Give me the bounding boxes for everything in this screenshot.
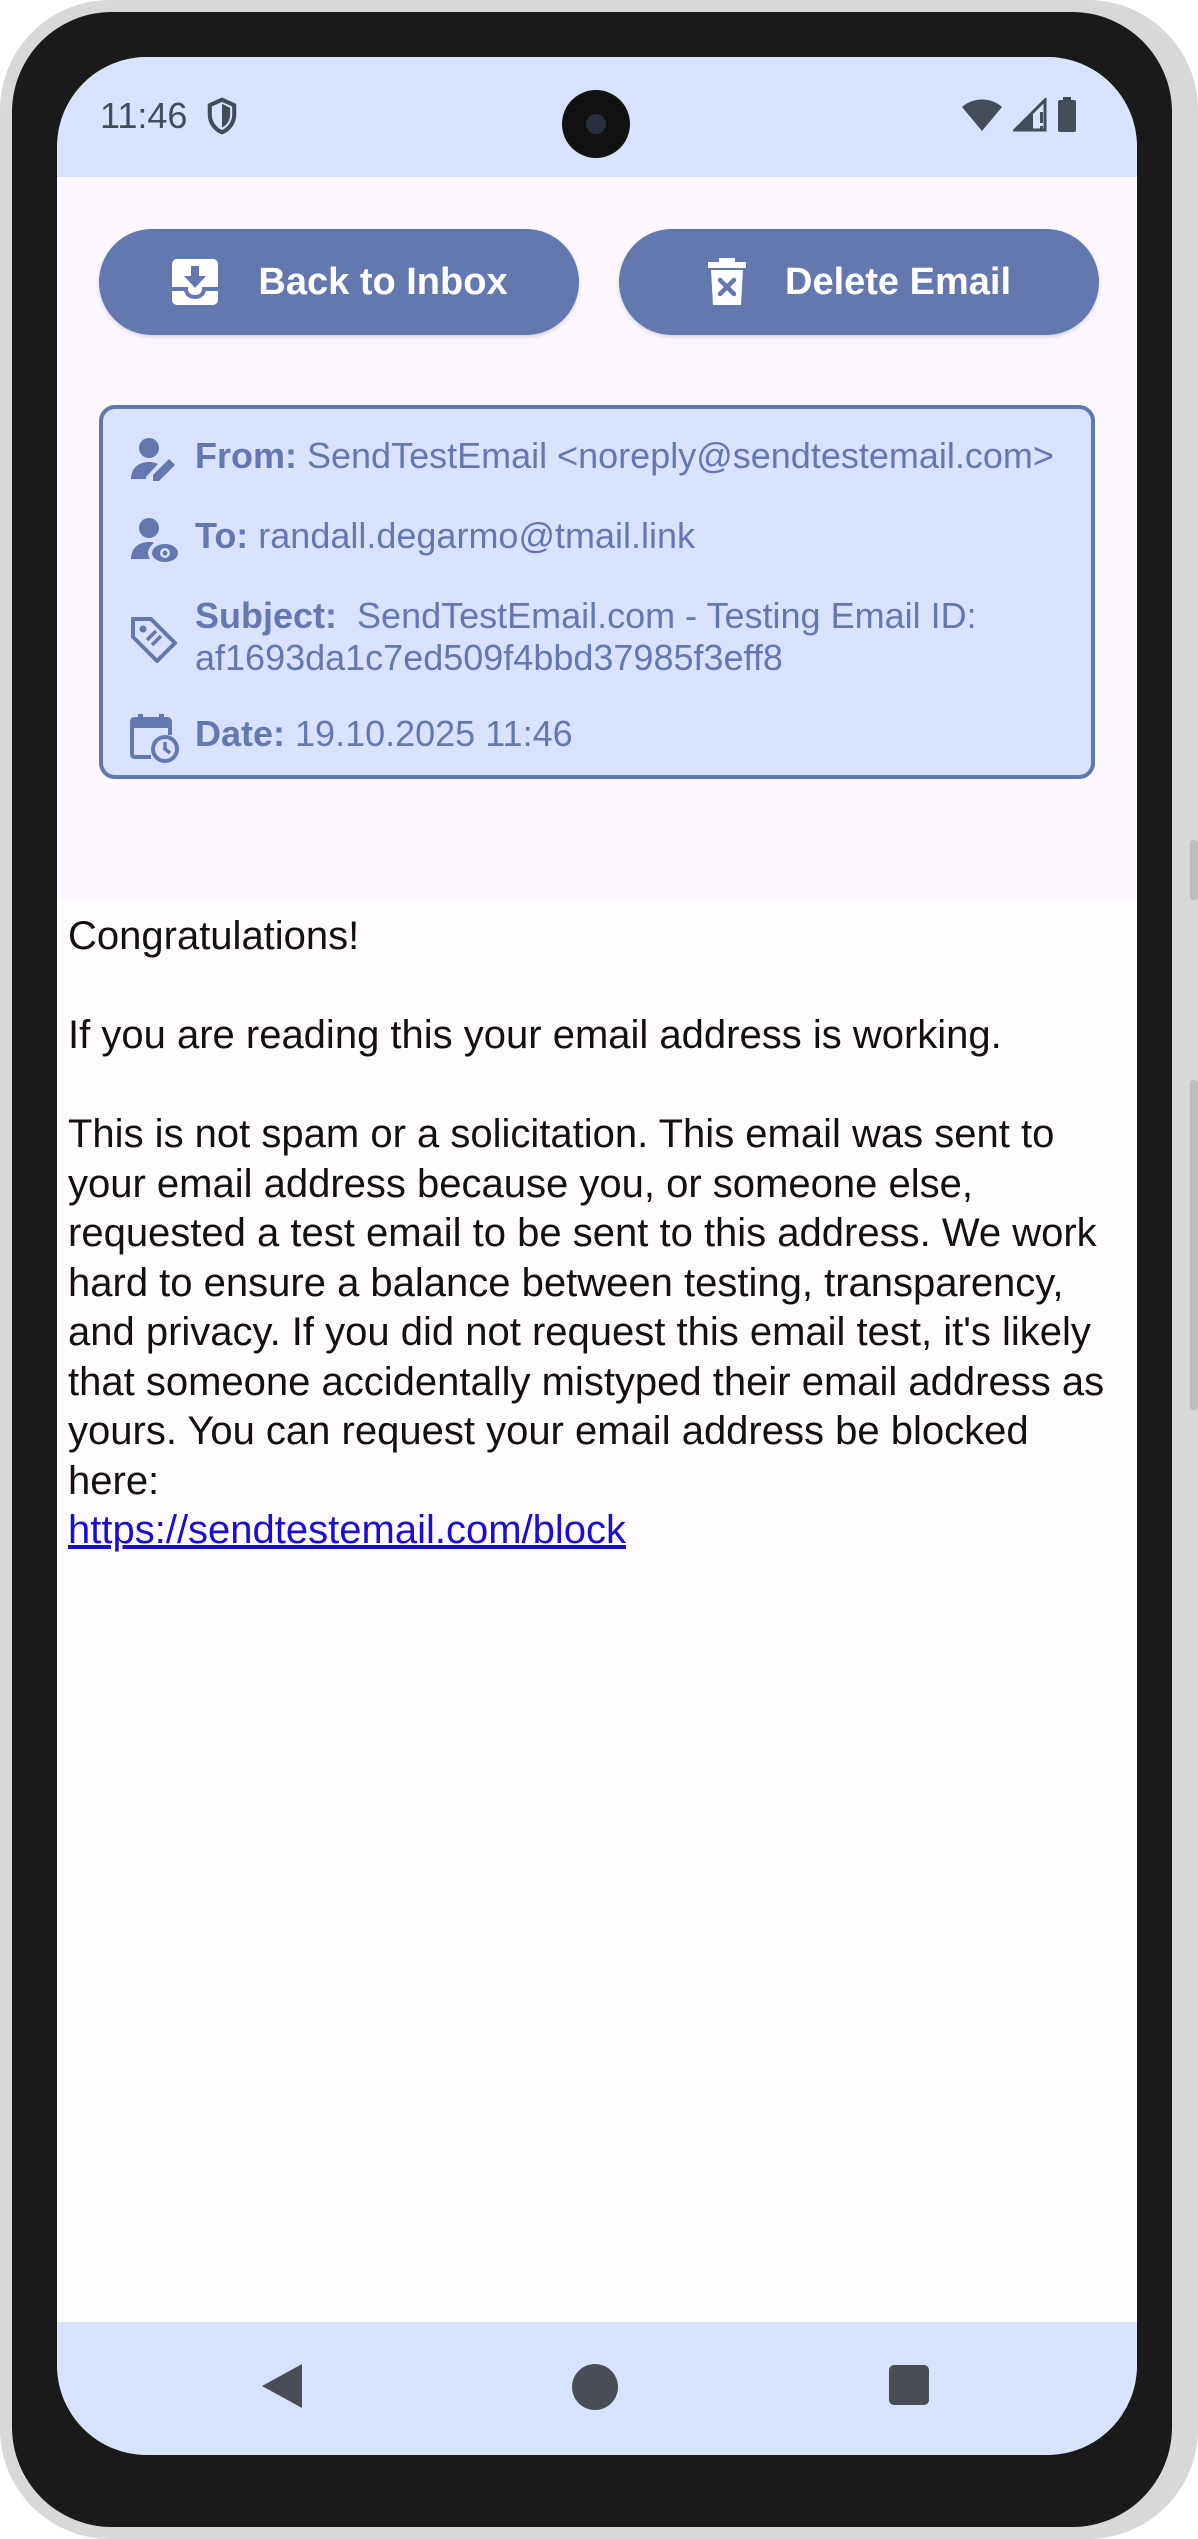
meta-row-subject: Subject: SendTestEmail.com - Testing Ema…	[129, 595, 1071, 679]
subject-text: Subject: SendTestEmail.com - Testing Ema…	[195, 595, 1071, 679]
body-greeting: Congratulations!	[68, 914, 360, 958]
shield-icon	[207, 97, 237, 135]
tag-icon	[131, 617, 177, 663]
email-meta-card: From: SendTestEmail <noreply@sendtestema…	[99, 405, 1095, 779]
body-line: If you are reading this your email addre…	[68, 1013, 1002, 1057]
calendar-clock-icon	[130, 714, 179, 763]
to-value: randall.degarmo@tmail.link	[258, 515, 696, 556]
from-value: SendTestEmail <noreply@sendtestemail.com…	[307, 435, 1054, 476]
phone-frame: 11:46 Back to Inbox Delete Email From: S…	[0, 0, 1198, 2539]
back-to-inbox-label: Back to Inbox	[258, 260, 508, 303]
back-to-inbox-button[interactable]: Back to Inbox	[99, 229, 579, 335]
nav-back-icon[interactable]	[260, 2362, 304, 2410]
wifi-icon	[962, 99, 1002, 131]
delete-email-button[interactable]: Delete Email	[619, 229, 1099, 335]
trash-icon	[708, 258, 746, 305]
to-label: To:	[195, 515, 249, 556]
date-value: 19.10.2025 11:46	[295, 713, 573, 754]
meta-row-to: To: randall.degarmo@tmail.link	[129, 515, 1071, 565]
person-eye-icon	[131, 518, 178, 562]
inbox-download-icon	[172, 259, 219, 305]
status-bar: 11:46	[57, 57, 1137, 177]
delete-email-label: Delete Email	[785, 260, 1011, 303]
battery-icon	[1058, 97, 1076, 132]
block-link[interactable]: https://sendtestemail.com/block	[68, 1508, 626, 1552]
from-label: From:	[195, 435, 297, 476]
nav-home-icon[interactable]	[572, 2364, 618, 2410]
phone-volume-button	[1190, 1080, 1198, 1410]
date-label: Date:	[195, 713, 286, 754]
signal-icon	[1013, 98, 1047, 132]
meta-row-date: Date: 19.10.2025 11:46	[129, 713, 1071, 763]
person-edit-icon	[131, 438, 175, 481]
phone-side-button	[1190, 840, 1198, 900]
status-icons	[961, 97, 1077, 133]
body-paragraph: This is not spam or a solicitation. This…	[68, 1112, 1105, 1503]
front-camera	[562, 90, 630, 158]
email-body: Congratulations! If you are reading this…	[68, 912, 1128, 1556]
screen: 11:46 Back to Inbox Delete Email From: S…	[57, 57, 1137, 2455]
navigation-bar	[57, 2322, 1137, 2455]
meta-row-from: From: SendTestEmail <noreply@sendtestema…	[129, 435, 1071, 485]
subject-label: Subject:	[195, 595, 338, 636]
status-time: 11:46	[100, 95, 188, 136]
nav-recents-icon[interactable]	[889, 2365, 929, 2405]
